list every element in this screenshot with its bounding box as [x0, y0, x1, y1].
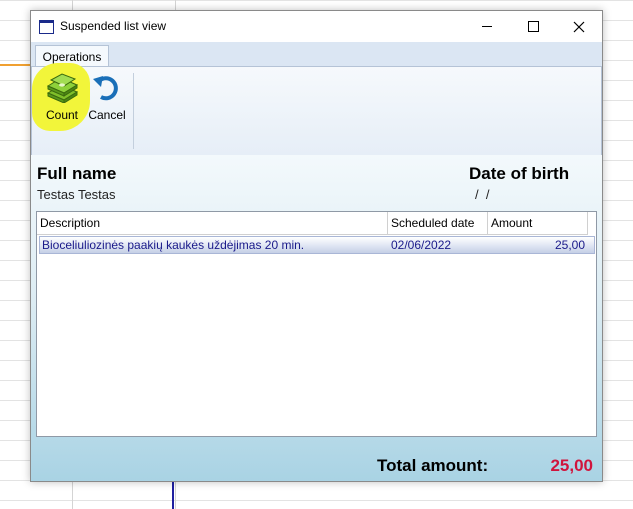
minimize-icon: [482, 26, 492, 27]
window-title: Suspended list view: [60, 19, 167, 33]
suspended-list-window: Suspended list view Operations Count Can…: [30, 10, 603, 482]
services-grid[interactable]: Description Scheduled date Amount Biocel…: [36, 211, 597, 437]
full-name-value: Testas Testas: [37, 187, 116, 202]
grid-header: Description Scheduled date Amount: [37, 212, 588, 235]
title-bar[interactable]: Suspended list view: [31, 11, 602, 42]
background-selection-edge: [0, 64, 32, 66]
money-stack-icon: [46, 73, 79, 103]
row-scheduled-date: 02/06/2022: [391, 238, 452, 252]
ribbon-panel: Count Cancel: [31, 63, 602, 156]
column-header-description[interactable]: Description: [37, 212, 388, 234]
close-button[interactable]: [556, 11, 602, 42]
count-label: Count: [45, 108, 79, 122]
maximize-button[interactable]: [510, 11, 556, 42]
background-cursor-line: [172, 480, 174, 509]
row-description: Bioceliuliozinės paakių kaukės uždėjimas…: [42, 238, 305, 252]
minimize-button[interactable]: [464, 11, 510, 42]
ribbon-tab-row: Operations: [31, 42, 602, 67]
full-name-label: Full name: [37, 164, 117, 183]
content-area: Full name Testas Testas Date of birth / …: [31, 155, 602, 481]
cancel-button[interactable]: Cancel: [85, 73, 129, 131]
count-button[interactable]: Count: [40, 73, 84, 131]
close-icon: [573, 21, 585, 32]
maximize-icon: [527, 21, 539, 32]
ribbon-separator: [133, 73, 134, 149]
cancel-label: Cancel: [88, 108, 126, 122]
row-amount: 25,00: [554, 238, 585, 252]
column-header-scheduled-date[interactable]: Scheduled date: [388, 212, 488, 234]
undo-arrow-icon: [93, 76, 118, 101]
total-amount-label: Total amount:: [377, 456, 489, 475]
total-amount-value: 25,00: [550, 456, 593, 475]
window-icon: [39, 20, 54, 34]
table-row[interactable]: Bioceliuliozinės paakių kaukės uždėjimas…: [39, 236, 595, 254]
column-header-amount[interactable]: Amount: [488, 212, 588, 234]
date-of-birth-label: Date of birth: [469, 164, 570, 183]
date-of-birth-value: / /: [475, 187, 490, 202]
